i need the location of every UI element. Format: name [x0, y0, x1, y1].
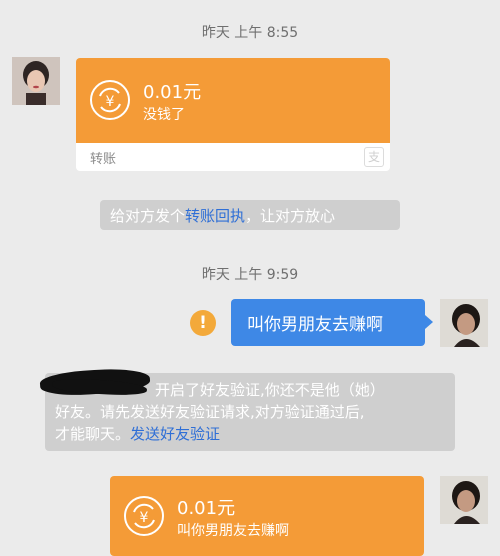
transfer-note: 叫你男朋友去赚啊 — [177, 523, 289, 539]
my-avatar[interactable] — [440, 476, 488, 524]
svg-text:¥: ¥ — [140, 510, 149, 526]
verify-line-2: 好友。请先发送好友验证请求,对方验证通过后, — [55, 403, 365, 421]
yuan-exchange-icon: ¥ — [90, 80, 130, 120]
send-friend-verification-link[interactable]: 发送好友验证 — [130, 425, 220, 443]
exclamation-icon[interactable]: ! — [190, 310, 216, 336]
received-transfer-card[interactable]: ¥ 0.01元 没钱了 转账 支 — [76, 58, 390, 171]
transfer-label: 转账 — [90, 152, 117, 167]
my-avatar[interactable] — [440, 299, 488, 347]
alipay-icon: 支 — [364, 147, 384, 167]
transfer-amount: 0.01元 — [177, 498, 236, 519]
transfer-card-header: ¥ 0.01元 没钱了 — [76, 58, 390, 143]
sent-message-text: 叫你男朋友去赚啊 — [247, 315, 383, 335]
transfer-note: 没钱了 — [143, 107, 185, 123]
transfer-receipt-link[interactable]: 转账回执 — [185, 207, 245, 225]
sent-transfer-card[interactable]: ¥ 0.01元 叫你男朋友去赚啊 — [110, 476, 424, 556]
svg-text:¥: ¥ — [106, 94, 115, 110]
system-tip: 给对方发个转账回执，让对方放心 — [100, 200, 400, 230]
timestamp: 昨天 上午 8:55 — [201, 25, 299, 41]
verify-line-3: 才能聊天。 — [55, 425, 131, 443]
sent-message-bubble[interactable]: 叫你男朋友去赚啊 — [231, 299, 433, 346]
yuan-exchange-icon: ¥ — [124, 496, 164, 536]
transfer-card-footer: 转账 支 — [76, 143, 390, 171]
timestamp: 昨天 上午 9:59 — [201, 267, 299, 283]
transfer-amount: 0.01元 — [143, 82, 202, 103]
contact-avatar[interactable] — [12, 57, 60, 105]
system-tip-prefix: 给对方发个 — [110, 207, 186, 225]
transfer-card-header: ¥ 0.01元 叫你男朋友去赚啊 — [110, 476, 424, 556]
system-tip-suffix: ，让对方放心 — [245, 207, 336, 225]
